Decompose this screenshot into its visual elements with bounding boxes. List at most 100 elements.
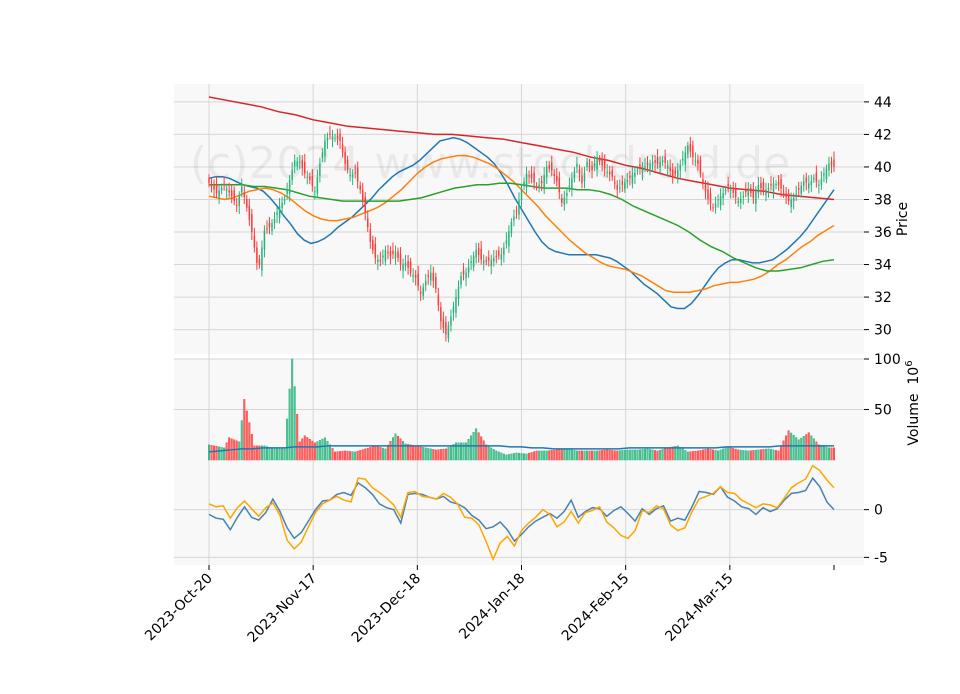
volume-bar <box>520 453 523 461</box>
candle-body <box>367 218 369 228</box>
volume-bar <box>691 451 694 461</box>
volume-bar <box>412 445 415 461</box>
candle-body <box>760 182 762 189</box>
volume-bar <box>805 434 808 461</box>
candle-body <box>682 158 684 161</box>
volume-bar <box>780 445 783 461</box>
price-tick-label: 36 <box>874 225 892 241</box>
volume-bar <box>822 446 825 461</box>
candle-body <box>568 185 571 188</box>
candle-body <box>780 178 782 189</box>
candle-body <box>419 291 422 294</box>
volume-bar <box>528 452 531 461</box>
volume-bar <box>727 446 730 461</box>
volume-bar <box>434 449 437 461</box>
volume-bar <box>268 447 271 461</box>
oscillator-tick-label: -5 <box>874 550 888 566</box>
volume-bar <box>366 447 369 461</box>
candle-body <box>679 164 682 171</box>
volume-bar <box>802 436 805 461</box>
candle-body <box>495 256 498 258</box>
volume-bar <box>359 450 362 461</box>
volume-bar <box>752 450 755 461</box>
candle-body <box>440 307 442 322</box>
volume-bar <box>235 440 238 461</box>
volume-bar <box>706 448 709 461</box>
price-tick-label: 38 <box>874 192 892 208</box>
candle-body <box>591 166 593 171</box>
candle-body <box>316 177 319 194</box>
candle-body <box>354 172 356 174</box>
candle-body <box>790 199 792 207</box>
candle-body <box>430 272 432 281</box>
volume-bar <box>583 450 586 461</box>
candle-body <box>659 162 661 168</box>
volume-bar <box>792 435 795 461</box>
candle-body <box>404 262 407 266</box>
candle-body <box>513 216 515 221</box>
candle-body <box>687 145 689 155</box>
price-tick-label: 42 <box>874 127 892 143</box>
volume-bar <box>391 437 394 461</box>
volume-bar <box>553 449 556 461</box>
volume-bar <box>394 433 397 461</box>
volume-bar <box>429 448 432 461</box>
candle-body <box>349 175 351 177</box>
volume-bar <box>800 437 803 461</box>
volume-bar <box>565 448 568 461</box>
price-axis-label: Price <box>895 202 911 236</box>
volume-bar <box>782 440 785 461</box>
candle-body <box>833 159 835 167</box>
volume-bar <box>593 450 596 461</box>
volume-bar <box>719 449 722 461</box>
candle-body <box>709 193 712 204</box>
volume-bar <box>825 446 828 461</box>
volume-bar <box>437 449 440 461</box>
x-tick-label: 2023-Oct-20 <box>142 571 216 645</box>
candle-body <box>510 222 513 234</box>
candle-body <box>729 189 732 191</box>
volume-bar <box>210 445 213 461</box>
candle-body <box>598 159 601 162</box>
candle-body <box>261 247 263 271</box>
candle-body <box>508 231 510 246</box>
volume-bar <box>613 450 616 461</box>
price-tick-label: 32 <box>874 290 892 306</box>
candle-body <box>432 272 435 281</box>
volume-bar <box>538 450 541 461</box>
candle-body <box>611 170 613 177</box>
candle-body <box>586 162 588 167</box>
volume-bar <box>439 449 442 461</box>
volume-bar <box>618 450 621 461</box>
volume-bar <box>371 446 374 461</box>
volume-bar <box>737 449 740 461</box>
candle-body <box>230 190 233 197</box>
volume-bar <box>341 450 344 461</box>
candle-body <box>724 189 727 192</box>
volume-bar <box>248 422 251 461</box>
volume-bar <box>218 446 221 461</box>
candle-body <box>223 183 225 185</box>
volume-bar <box>306 437 309 461</box>
price-tick-label: 40 <box>874 160 892 176</box>
candle-body <box>389 251 392 257</box>
volume-bar <box>563 448 566 461</box>
volume-bar <box>754 449 757 461</box>
candle-body <box>334 137 336 139</box>
volume-bar <box>636 449 639 461</box>
volume-bar <box>734 448 737 461</box>
x-tick-label: 2023-Nov-17 <box>245 571 320 646</box>
volume-bar <box>759 449 762 461</box>
candle-body <box>359 185 361 190</box>
candle-body <box>656 157 659 164</box>
candle-body <box>566 192 568 196</box>
candle-body <box>732 189 734 193</box>
candle-body <box>243 192 246 198</box>
candle-body <box>757 184 760 194</box>
candle-body <box>273 219 276 224</box>
candle-body <box>351 174 354 178</box>
volume-bar <box>643 448 646 461</box>
volume-bar <box>578 450 581 461</box>
oscillator-tick-label: 0 <box>874 503 883 519</box>
volume-bar <box>764 448 767 461</box>
